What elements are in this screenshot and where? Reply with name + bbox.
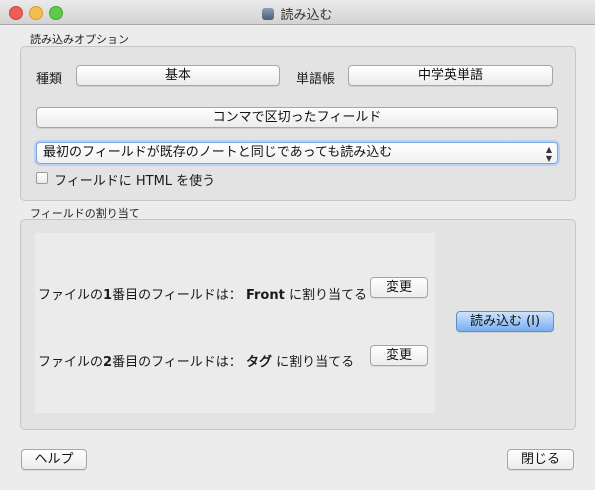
mapping-row-1-num: 1 — [103, 288, 113, 303]
app-icon — [262, 8, 275, 20]
window-title-wrap: 読み込む — [0, 4, 595, 23]
update-mode-select[interactable]: 最初のフィールドが既存のノートと同じであっても読み込む ▲ ▼ — [36, 142, 558, 164]
change-mapping-1-button[interactable]: 変更 — [370, 277, 428, 298]
deck-button[interactable]: 中学英単語 — [348, 65, 553, 86]
mapping-row-1-target: Front — [245, 288, 285, 303]
help-button[interactable]: ヘルプ — [21, 449, 87, 470]
mapping-row-2: ファイルの2番目のフィールドは： タグ に割り当てる — [38, 351, 354, 370]
type-label: 種類 — [36, 72, 63, 87]
mapping-row-1-prefix: ファイルの — [38, 288, 104, 303]
title-bar: 読み込む — [0, 0, 595, 25]
mapping-row-2-middle: 番目のフィールドは： — [112, 355, 242, 370]
deck-label: 単語帳 — [296, 72, 336, 87]
field-separator-button[interactable]: コンマで区切ったフィールド — [36, 107, 558, 128]
mapping-row-1-middle: 番目のフィールドは： — [112, 288, 242, 303]
window-title: 読み込む — [280, 8, 333, 23]
update-mode-value: 最初のフィールドが既存のノートと同じであっても読み込む — [43, 145, 393, 160]
select-arrows-icon: ▲ ▼ — [545, 145, 552, 163]
import-button[interactable]: 読み込む (I) — [456, 311, 554, 332]
import-dialog: 読み込む 読み込みオプション 種類 基本 単語帳 中学英単語 コンマで区切ったフ… — [0, 0, 595, 490]
close-button[interactable]: 閉じる — [507, 449, 574, 470]
mapping-row-1: ファイルの1番目のフィールドは： Front に割り当てる — [38, 284, 367, 303]
mapping-row-2-target: タグ — [245, 355, 272, 370]
mapping-row-2-suffix: に割り当てる — [276, 355, 355, 370]
allow-html-checkbox[interactable] — [36, 172, 48, 184]
mapping-row-2-prefix: ファイルの — [38, 355, 104, 370]
note-type-button[interactable]: 基本 — [76, 65, 280, 86]
options-group-label: 読み込みオプション — [30, 33, 129, 46]
mapping-row-1-suffix: に割り当てる — [288, 288, 367, 303]
mapping-list-panel — [35, 233, 435, 413]
mapping-row-2-num: 2 — [103, 355, 113, 370]
allow-html-label: フィールドに HTML を使う — [54, 174, 216, 189]
change-mapping-2-button[interactable]: 変更 — [370, 345, 428, 366]
